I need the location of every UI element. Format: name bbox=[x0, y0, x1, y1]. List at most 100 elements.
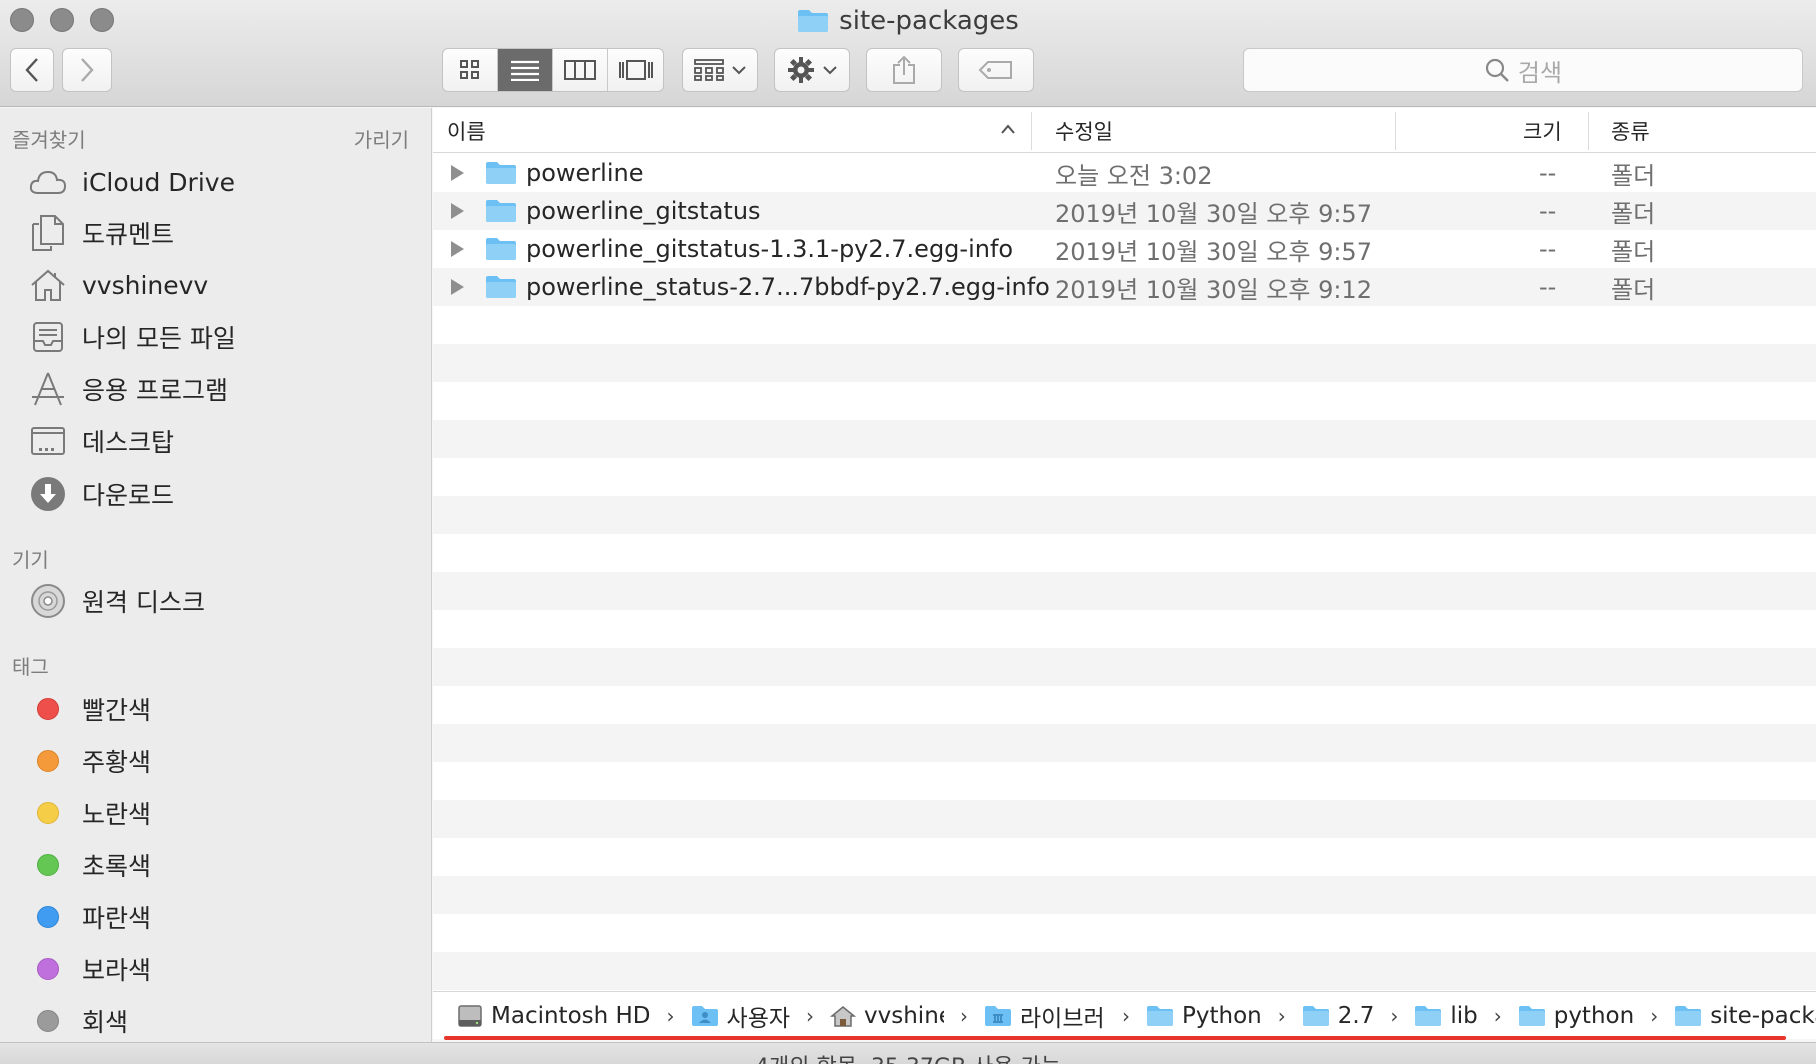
sort-ascending-icon[interactable] bbox=[1000, 123, 1016, 135]
sidebar-item-desktop[interactable]: 데스크탑 bbox=[28, 419, 418, 463]
path-crumb-library[interactable]: 라이브러 bbox=[984, 999, 1106, 1033]
empty-row bbox=[433, 534, 1816, 572]
empty-row bbox=[433, 952, 1816, 990]
list-icon bbox=[511, 60, 539, 81]
file-modified: 2019년 10월 30일 오후 9:57 bbox=[1055, 237, 1372, 266]
empty-row bbox=[433, 838, 1816, 876]
window-title-text: site-packages bbox=[839, 6, 1019, 36]
tag-dot-icon bbox=[37, 958, 59, 980]
icon-view-button[interactable] bbox=[443, 49, 498, 91]
group-by-button[interactable] bbox=[682, 48, 758, 92]
path-crumb-label: Macintosh HD bbox=[491, 1002, 651, 1029]
sidebar-item-documents[interactable]: 도큐멘트 bbox=[28, 211, 418, 255]
gear-icon bbox=[788, 57, 814, 83]
sidebar-item-remote-disc[interactable]: 원격 디스크 bbox=[28, 579, 418, 623]
column-header-kind[interactable]: 종류 bbox=[1611, 108, 1650, 153]
tag-dot-icon bbox=[37, 1010, 59, 1032]
users-folder-icon bbox=[691, 1005, 718, 1026]
path-crumb-2-7[interactable]: 2.7 bbox=[1302, 1003, 1374, 1029]
path-crumb-site-packages[interactable]: site-packages bbox=[1674, 1003, 1816, 1029]
columns-icon bbox=[564, 60, 596, 80]
group-grid-icon bbox=[694, 59, 724, 81]
path-separator-icon: › bbox=[960, 1003, 969, 1028]
column-header-label: 이름 bbox=[447, 119, 486, 144]
sidebar-tag-green[interactable]: 초록색 bbox=[28, 843, 418, 887]
tag-dot-icon bbox=[37, 750, 59, 772]
sidebar-item-downloads[interactable]: 다운로드 bbox=[28, 472, 418, 516]
empty-row bbox=[433, 914, 1816, 952]
sidebar-tag-red[interactable]: 빨간색 bbox=[28, 687, 418, 731]
sidebar-tag-blue[interactable]: 파란색 bbox=[28, 895, 418, 939]
sidebar-tag-purple[interactable]: 보라색 bbox=[28, 947, 418, 991]
column-header-name[interactable]: 이름 bbox=[447, 108, 486, 153]
home-icon bbox=[28, 265, 68, 305]
toolbar: site-packages 검색 bbox=[0, 0, 1816, 107]
tag-dot-icon bbox=[37, 854, 59, 876]
share-icon bbox=[893, 55, 915, 84]
file-rows: powerline 오늘 오전 3:02 -- 폴더 powerline_git… bbox=[433, 154, 1816, 991]
sidebar-tag-gray[interactable]: 회색 bbox=[28, 999, 418, 1043]
gallery-icon bbox=[618, 60, 653, 80]
sidebar-item-label: iCloud Drive bbox=[82, 167, 235, 197]
column-view-button[interactable] bbox=[553, 49, 608, 91]
sidebar-tag-orange[interactable]: 주황색 bbox=[28, 739, 418, 783]
list-view-button[interactable] bbox=[498, 49, 553, 91]
devices-header: 기기 bbox=[12, 548, 49, 572]
empty-row bbox=[433, 572, 1816, 610]
tags-button[interactable] bbox=[958, 48, 1034, 92]
folder-icon bbox=[1518, 1005, 1545, 1026]
sidebar-item-all-files[interactable]: 나의 모든 파일 bbox=[28, 315, 418, 359]
tag-dot-icon bbox=[37, 698, 59, 720]
column-header-size[interactable]: 크기 bbox=[1523, 108, 1562, 153]
view-mode-selector[interactable] bbox=[442, 48, 664, 92]
empty-row bbox=[433, 306, 1816, 344]
empty-row bbox=[433, 382, 1816, 420]
column-divider[interactable] bbox=[1588, 112, 1589, 150]
empty-row bbox=[433, 496, 1816, 534]
sidebar-item-home[interactable]: vvshinevv bbox=[28, 263, 418, 307]
file-row[interactable]: powerline_status-2.7...7bbdf-py2.7.egg-i… bbox=[433, 268, 1816, 306]
path-separator-icon: › bbox=[806, 1003, 815, 1028]
path-crumb-macintosh-hd[interactable]: Macintosh HD bbox=[457, 1003, 651, 1029]
grid-icon bbox=[460, 60, 479, 79]
column-divider[interactable] bbox=[1395, 112, 1396, 150]
disclosure-triangle-icon[interactable] bbox=[451, 241, 464, 257]
documents-icon bbox=[28, 213, 68, 253]
file-row[interactable]: powerline_gitstatus-1.3.1-py2.7.egg-info… bbox=[433, 230, 1816, 268]
file-kind: 폴더 bbox=[1611, 161, 1656, 190]
column-divider[interactable] bbox=[1031, 112, 1032, 150]
sidebar-item-label: 초록색 bbox=[82, 852, 152, 881]
path-crumb-users[interactable]: 사용자 bbox=[691, 999, 790, 1033]
column-header-modified[interactable]: 수정일 bbox=[1055, 108, 1113, 153]
sidebar-item-applications[interactable]: 응용 프로그램 bbox=[28, 367, 418, 411]
chevron-left-icon bbox=[25, 58, 38, 82]
back-button[interactable] bbox=[10, 48, 54, 92]
gallery-view-button[interactable] bbox=[608, 49, 663, 91]
forward-button[interactable] bbox=[62, 48, 112, 92]
path-crumb-label: lib bbox=[1450, 1002, 1478, 1029]
cloud-icon bbox=[28, 162, 68, 202]
path-crumb-lib[interactable]: lib bbox=[1414, 1002, 1478, 1029]
path-crumb-python[interactable]: Python bbox=[1146, 1003, 1262, 1029]
path-separator-icon: › bbox=[1650, 1003, 1659, 1028]
path-separator-icon: › bbox=[666, 1003, 675, 1028]
tags-header: 태그 bbox=[12, 655, 49, 679]
hide-favorites-button[interactable]: 가리기 bbox=[354, 124, 409, 153]
file-row[interactable]: powerline 오늘 오전 3:02 -- 폴더 bbox=[433, 154, 1816, 192]
folder-icon bbox=[486, 276, 516, 298]
search-placeholder: 검색 bbox=[1517, 58, 1563, 87]
share-button[interactable] bbox=[866, 48, 942, 92]
sidebar-item-icloud-drive[interactable]: iCloud Drive bbox=[28, 160, 418, 204]
search-field[interactable]: 검색 bbox=[1243, 48, 1803, 92]
action-button[interactable] bbox=[774, 48, 850, 92]
path-crumb-python-lower[interactable]: python bbox=[1518, 1003, 1634, 1029]
file-size: -- bbox=[1539, 159, 1557, 187]
disclosure-triangle-icon[interactable] bbox=[451, 165, 464, 181]
file-row[interactable]: powerline_gitstatus 2019년 10월 30일 오후 9:5… bbox=[433, 192, 1816, 230]
file-kind: 폴더 bbox=[1611, 199, 1656, 228]
disclosure-triangle-icon[interactable] bbox=[451, 279, 464, 295]
path-crumb-home[interactable]: vvshine bbox=[830, 1003, 944, 1029]
disclosure-triangle-icon[interactable] bbox=[451, 203, 464, 219]
folder-icon bbox=[486, 200, 516, 222]
sidebar-tag-yellow[interactable]: 노란색 bbox=[28, 791, 418, 835]
